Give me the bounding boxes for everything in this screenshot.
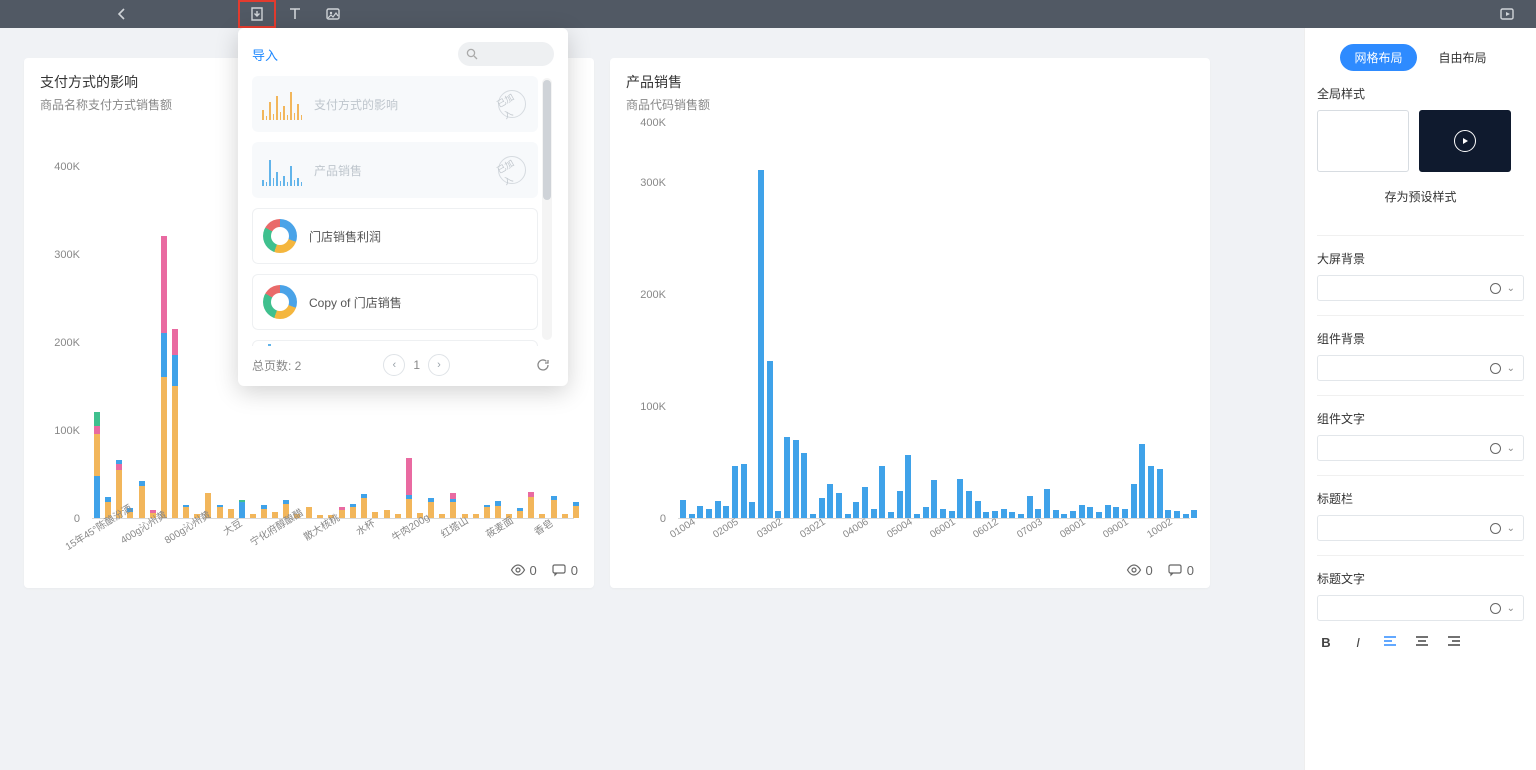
theme-light[interactable] (1317, 110, 1409, 172)
side-panel: 网格布局 自由布局 全局样式 存为预设样式 大屏背景 ⌄ 组件背景 ⌄ 组件文字 ⌄ 标题栏… (1304, 28, 1536, 770)
field-label: 标题栏 (1317, 490, 1524, 507)
tab-grid-layout[interactable]: 网格布局 (1340, 44, 1416, 71)
field-select[interactable]: ⌄ (1317, 595, 1524, 621)
card-footer: 0 0 (510, 562, 578, 578)
field-label: 组件文字 (1317, 410, 1524, 427)
comment-icon (1167, 562, 1183, 578)
page-current: 1 (413, 358, 420, 372)
circle-icon (1490, 523, 1501, 534)
views-count: 0 (1126, 562, 1153, 578)
chevron-down-icon: ⌄ (1507, 523, 1515, 534)
import-icon[interactable] (238, 0, 276, 28)
chevron-down-icon: ⌄ (1507, 443, 1515, 454)
section-global-style: 全局样式 (1317, 85, 1524, 102)
field-label: 组件背景 (1317, 330, 1524, 347)
card-footer: 0 0 (1126, 562, 1194, 578)
circle-icon (1490, 283, 1501, 294)
import-item[interactable]: 门店销售利润 (252, 208, 538, 264)
field-select[interactable]: ⌄ (1317, 275, 1524, 301)
field-label: 标题文字 (1317, 570, 1524, 587)
import-panel: 导入 支付方式的影响已加入产品销售已加入门店销售利润Copy of 门店销售 总… (238, 28, 568, 386)
mini-bar-chart-icon (262, 154, 302, 186)
circle-icon (1490, 443, 1501, 454)
tab-free-layout[interactable]: 自由布局 (1425, 44, 1501, 71)
search-icon (466, 48, 478, 60)
chevron-down-icon: ⌄ (1507, 363, 1515, 374)
import-item-label: 产品销售 (314, 162, 362, 179)
circle-icon (1490, 603, 1501, 614)
refresh-button[interactable] (532, 354, 554, 376)
import-search-input[interactable] (458, 42, 554, 66)
import-item-label: 支付方式的影响 (314, 96, 398, 113)
canvas: 支付方式的影响 商品名称支付方式销售额 0100K200K300K400K 15… (0, 28, 1304, 770)
added-badge: 已加入 (498, 156, 526, 184)
field-select[interactable]: ⌄ (1317, 515, 1524, 541)
chevron-down-icon: ⌄ (1507, 283, 1515, 294)
theme-thumbnails (1317, 110, 1524, 172)
text-icon[interactable] (276, 0, 314, 28)
topbar (0, 0, 1536, 28)
donut-chart-icon (263, 285, 297, 319)
donut-chart-icon (263, 219, 297, 253)
theme-dark[interactable] (1419, 110, 1511, 172)
comments-count: 0 (1167, 562, 1194, 578)
import-item[interactable]: 产品销售 已加入 (252, 142, 538, 198)
card-title: 产品销售 (626, 72, 1194, 92)
image-icon[interactable] (314, 0, 352, 28)
import-item[interactable]: Copy of 门店销售 (252, 274, 538, 330)
text-format-toolbar: B I (1317, 633, 1524, 651)
import-item[interactable]: 支付方式的影响 已加入 (252, 76, 538, 132)
eye-icon (510, 562, 526, 578)
comment-icon (551, 562, 567, 578)
layout-tabs: 网格布局 自由布局 (1317, 44, 1524, 71)
align-right-icon[interactable] (1445, 633, 1463, 651)
circle-icon (1490, 363, 1501, 374)
import-item-label: 门店销售利润 (309, 228, 381, 245)
page-prev-button[interactable]: ‹ (383, 354, 405, 376)
mini-bar-chart-icon (262, 88, 302, 120)
play-icon[interactable] (1488, 0, 1526, 28)
chart-right: 0100K200K300K400K 0100402005030020302104… (626, 119, 1194, 549)
chevron-down-icon: ⌄ (1507, 603, 1515, 614)
page-next-button[interactable]: › (428, 354, 450, 376)
align-left-icon[interactable] (1381, 633, 1399, 651)
bold-icon[interactable]: B (1317, 633, 1335, 651)
save-preset-button[interactable]: 存为预设样式 (1317, 180, 1524, 221)
back-button[interactable] (110, 2, 134, 26)
page-total-label: 总页数: 2 (252, 357, 301, 374)
italic-icon[interactable]: I (1349, 633, 1367, 651)
comments-count: 0 (551, 562, 578, 578)
import-panel-title: 导入 (252, 45, 278, 64)
field-select[interactable]: ⌄ (1317, 435, 1524, 461)
views-count: 0 (510, 562, 537, 578)
added-badge: 已加入 (498, 90, 526, 118)
mini-bar-chart-icon (263, 342, 303, 346)
play-circle-icon (1454, 130, 1476, 152)
card-subtitle: 商品代码销售额 (626, 96, 1194, 113)
scrollbar[interactable] (542, 78, 552, 340)
eye-icon (1126, 562, 1142, 578)
align-center-icon[interactable] (1413, 633, 1431, 651)
import-item-label: Copy of 门店销售 (309, 294, 402, 311)
field-select[interactable]: ⌄ (1317, 355, 1524, 381)
chart-card-right[interactable]: 产品销售 商品代码销售额 0100K200K300K400K 010040200… (610, 58, 1210, 588)
field-label: 大屏背景 (1317, 250, 1524, 267)
